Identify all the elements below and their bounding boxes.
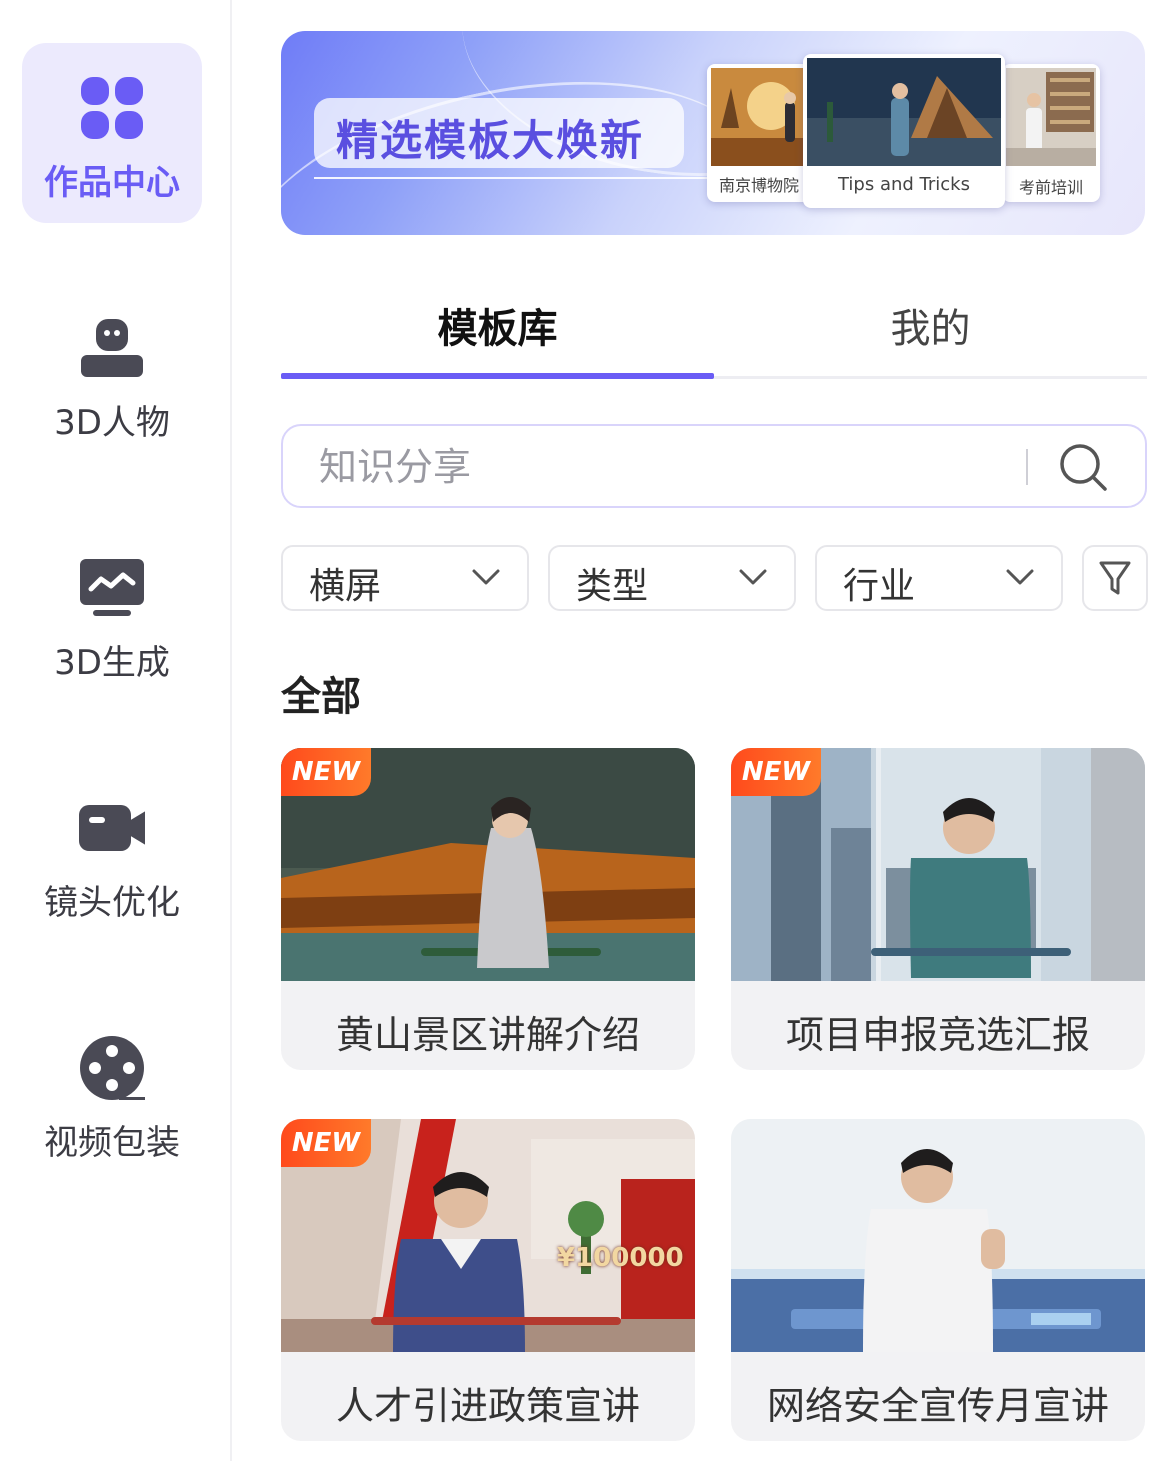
monitor-chart-icon [80, 559, 144, 616]
main-content: 精选模板大焕新 南京博物院 考前培训 Tips and Tricks 模板库 我… [232, 0, 1167, 1461]
active-tab-indicator [281, 373, 714, 379]
price-overlay-text: ¥100000 [557, 1243, 684, 1273]
banner-thumb-exam-training[interactable]: 考前培训 [1002, 64, 1100, 202]
sidebar-item-3d-character[interactable]: 3D人物 [22, 283, 202, 463]
template-card-huangshan[interactable]: NEW 黄山景区讲解介绍 [281, 748, 695, 1070]
template-thumbnail [731, 1119, 1145, 1352]
filter-label: 横屏 [309, 566, 382, 607]
template-card-title: 黄山景区讲解介绍 [335, 1013, 640, 1057]
thumb-caption: 南京博物院 [718, 176, 799, 195]
filter-button[interactable] [1082, 545, 1148, 611]
sidebar-item-label: 作品中心 [44, 163, 180, 203]
chevron-down-icon [472, 569, 500, 585]
thumb-image [807, 58, 1001, 166]
search-icon[interactable] [1058, 442, 1108, 492]
thumb-image [711, 68, 807, 166]
filter-orientation-dropdown[interactable]: 横屏 [281, 545, 529, 611]
promo-banner[interactable]: 精选模板大焕新 南京博物院 考前培训 Tips and Tricks [281, 31, 1145, 235]
new-badge: NEW [731, 748, 821, 796]
sidebar: 作品中心 3D人物 3D生成 镜头优化 视频包装 [0, 0, 232, 1461]
new-badge: NEW [281, 1119, 371, 1167]
filter-type-dropdown[interactable]: 类型 [548, 545, 796, 611]
template-card-project-report[interactable]: NEW 项目申报竞选汇报 [731, 748, 1145, 1070]
tab-template-library[interactable]: 模板库 [281, 296, 714, 354]
funnel-icon [1099, 561, 1131, 595]
search-bar [281, 424, 1147, 508]
banner-underline [314, 177, 709, 179]
filter-label: 行业 [843, 566, 916, 607]
chevron-down-icon [1006, 569, 1034, 585]
video-camera-icon [79, 805, 145, 851]
sidebar-item-shot-optimization[interactable]: 镜头优化 [22, 763, 202, 943]
sidebar-item-label: 镜头优化 [44, 883, 180, 923]
thumb-image [1006, 68, 1096, 166]
grid-icon [81, 77, 143, 139]
sidebar-item-video-packaging[interactable]: 视频包装 [22, 1003, 202, 1183]
thumb-caption: Tips and Tricks [837, 174, 970, 195]
banner-thumb-museum[interactable]: 南京博物院 [707, 64, 811, 202]
new-badge: NEW [281, 748, 371, 796]
tab-mine[interactable]: 我的 [714, 296, 1147, 354]
thumb-caption: 考前培训 [1018, 178, 1083, 197]
template-card-title: 网络安全宣传月宣讲 [766, 1384, 1109, 1428]
sidebar-item-3d-generate[interactable]: 3D生成 [22, 523, 202, 703]
banner-title: 精选模板大焕新 [336, 116, 645, 165]
search-input[interactable] [317, 426, 1001, 508]
chevron-down-icon [739, 569, 767, 585]
banner-thumb-tips-and-tricks[interactable]: Tips and Tricks [803, 54, 1005, 208]
sidebar-item-label: 3D生成 [54, 643, 170, 683]
robot-icon [81, 319, 143, 377]
sidebar-item-label: 视频包装 [44, 1123, 180, 1163]
section-title: 全部 [281, 674, 361, 720]
film-reel-icon [80, 1036, 145, 1100]
template-card-talent-policy[interactable]: ¥100000 NEW 人才引进政策宣讲 [281, 1119, 695, 1441]
tab-bar: 模板库 我的 [281, 280, 1147, 379]
search-divider [1026, 449, 1028, 485]
filter-label: 类型 [576, 566, 649, 607]
template-card-cybersecurity[interactable]: 网络安全宣传月宣讲 [731, 1119, 1145, 1441]
template-card-title: 人才引进政策宣讲 [335, 1384, 640, 1428]
sidebar-item-label: 3D人物 [54, 403, 170, 443]
filter-industry-dropdown[interactable]: 行业 [815, 545, 1063, 611]
template-card-title: 项目申报竞选汇报 [785, 1013, 1090, 1057]
sidebar-item-works-center[interactable]: 作品中心 [22, 43, 202, 223]
